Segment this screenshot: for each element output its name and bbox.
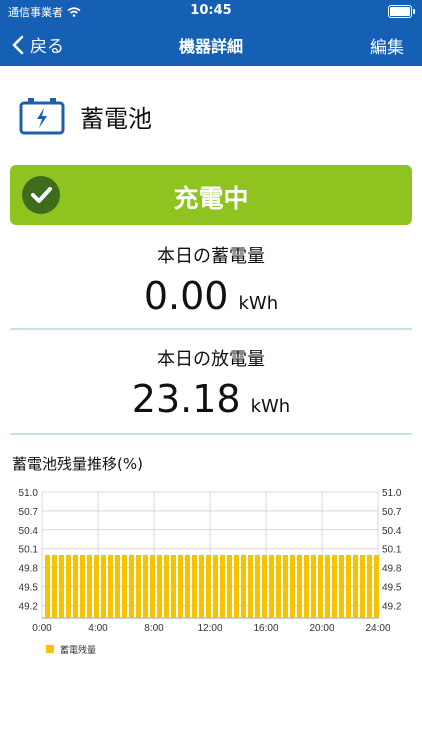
chart-bar — [121, 555, 128, 618]
chart-bar — [226, 555, 233, 618]
chart-bar — [51, 555, 58, 618]
y-tick-label-right: 51.0 — [382, 488, 402, 499]
battery-status-icon — [388, 5, 415, 18]
chart-bar — [338, 555, 345, 618]
chart-bar — [149, 555, 156, 618]
divider — [10, 328, 412, 330]
chart-bar — [240, 555, 247, 618]
chart-bar — [205, 555, 212, 618]
metric-value-row: 0.00 kWh — [10, 274, 412, 318]
metric-value: 0.00 — [143, 274, 229, 318]
y-tick-label-right: 49.8 — [382, 564, 402, 575]
chart-bar — [296, 555, 303, 618]
chart-bar — [79, 555, 86, 618]
chart-bar — [107, 555, 114, 618]
chart-bar — [44, 555, 51, 618]
chart-bar — [373, 555, 380, 618]
y-tick-label-right: 50.1 — [382, 545, 402, 556]
chart-bar — [191, 555, 198, 618]
edit-button[interactable]: 編集 — [370, 33, 404, 58]
chart-bar — [261, 555, 268, 618]
chart-bar — [331, 555, 338, 618]
y-tick-label-left: 49.8 — [19, 564, 39, 575]
y-tick-label-left: 49.5 — [19, 583, 39, 594]
chart-bar — [247, 555, 254, 618]
battery-level-chart: 51.0 51.0 50.7 50.7 50.4 50.4 50.1 50.1 49.8 49.8… — [19, 488, 402, 656]
metric-unit: kWh — [250, 396, 291, 417]
chart-bar — [212, 555, 219, 618]
chart-bar — [289, 555, 296, 618]
chart-bar — [282, 555, 289, 618]
y-tick-label-left: 51.0 — [19, 488, 39, 499]
app-header: 通信事業者 10:45 戻る 機器詳細 編集 — [0, 0, 422, 66]
chart-bar — [352, 555, 359, 618]
chart-bar — [345, 555, 352, 618]
chart-bar — [366, 555, 373, 618]
chart-bar — [198, 555, 205, 618]
x-tick-label: 0:00 — [32, 623, 52, 634]
y-tick-label-right: 50.4 — [382, 526, 402, 537]
metric-unit: kWh — [238, 293, 279, 314]
y-tick-label-right: 49.5 — [382, 583, 402, 594]
stored-energy-metric: 本日の蓄電量 0.00 kWh — [10, 242, 412, 318]
battery-device-icon — [19, 98, 65, 135]
chart-bar — [233, 555, 240, 618]
chart-bar — [254, 555, 261, 618]
chart-bar — [268, 555, 275, 618]
y-tick-label-left: 50.1 — [19, 545, 39, 556]
chart-bar — [156, 555, 163, 618]
chart-bar — [100, 555, 107, 618]
charging-status-banner: 充電中 — [10, 165, 412, 225]
chart-bar — [128, 555, 135, 618]
x-tick-label: 24:00 — [365, 623, 390, 634]
x-tick-label: 8:00 — [144, 623, 164, 634]
chart-title: 蓄電池残量推移(%) — [12, 455, 143, 473]
y-tick-label-right: 49.2 — [382, 601, 402, 612]
chart-bar — [184, 555, 191, 618]
chart-bar — [177, 555, 184, 618]
chart-bar — [310, 555, 317, 618]
navigation-bar: 戻る 機器詳細 編集 — [0, 22, 422, 66]
chart-bar — [135, 555, 142, 618]
chart-bar — [86, 555, 93, 618]
chart-bar — [93, 555, 100, 618]
x-tick-label: 12:00 — [197, 623, 222, 634]
device-header: 蓄電池 — [18, 96, 152, 136]
y-tick-label-left: 50.7 — [19, 507, 39, 518]
divider — [10, 433, 412, 435]
chart-bar — [142, 555, 149, 618]
y-tick-label-left: 49.2 — [19, 601, 39, 612]
status-bar: 通信事業者 10:45 — [0, 0, 422, 22]
metric-label: 本日の蓄電量 — [157, 246, 265, 267]
discharged-energy-metric: 本日の放電量 23.18 kWh — [10, 345, 412, 421]
chart-bar — [58, 555, 65, 618]
page-title: 機器詳細 — [178, 37, 243, 56]
metric-value: 23.18 — [131, 377, 241, 421]
x-tick-label: 16:00 — [253, 623, 278, 634]
metric-label: 本日の放電量 — [157, 349, 265, 370]
chart-bar — [275, 555, 282, 618]
chart-bar — [114, 555, 121, 618]
clock: 10:45 — [190, 3, 232, 18]
chart-bar — [163, 555, 170, 618]
metric-value-row: 23.18 kWh — [10, 377, 412, 421]
legend-swatch — [46, 645, 54, 653]
chart-bar — [303, 555, 310, 618]
chart-bar — [324, 555, 331, 618]
charging-status-text: 充電中 — [173, 184, 249, 213]
chart-bar — [317, 555, 324, 618]
legend-label: 蓄電残量 — [60, 644, 96, 656]
chart-bar — [72, 555, 79, 618]
x-tick-label: 20:00 — [309, 623, 334, 634]
x-tick-label: 4:00 — [88, 623, 108, 634]
y-tick-label-right: 50.7 — [382, 507, 402, 518]
chart-bar — [359, 555, 366, 618]
device-name: 蓄電池 — [80, 104, 152, 133]
chart-bar — [170, 555, 177, 618]
chart-bar — [219, 555, 226, 618]
chart-bar — [65, 555, 72, 618]
y-tick-label-left: 50.4 — [19, 526, 39, 537]
